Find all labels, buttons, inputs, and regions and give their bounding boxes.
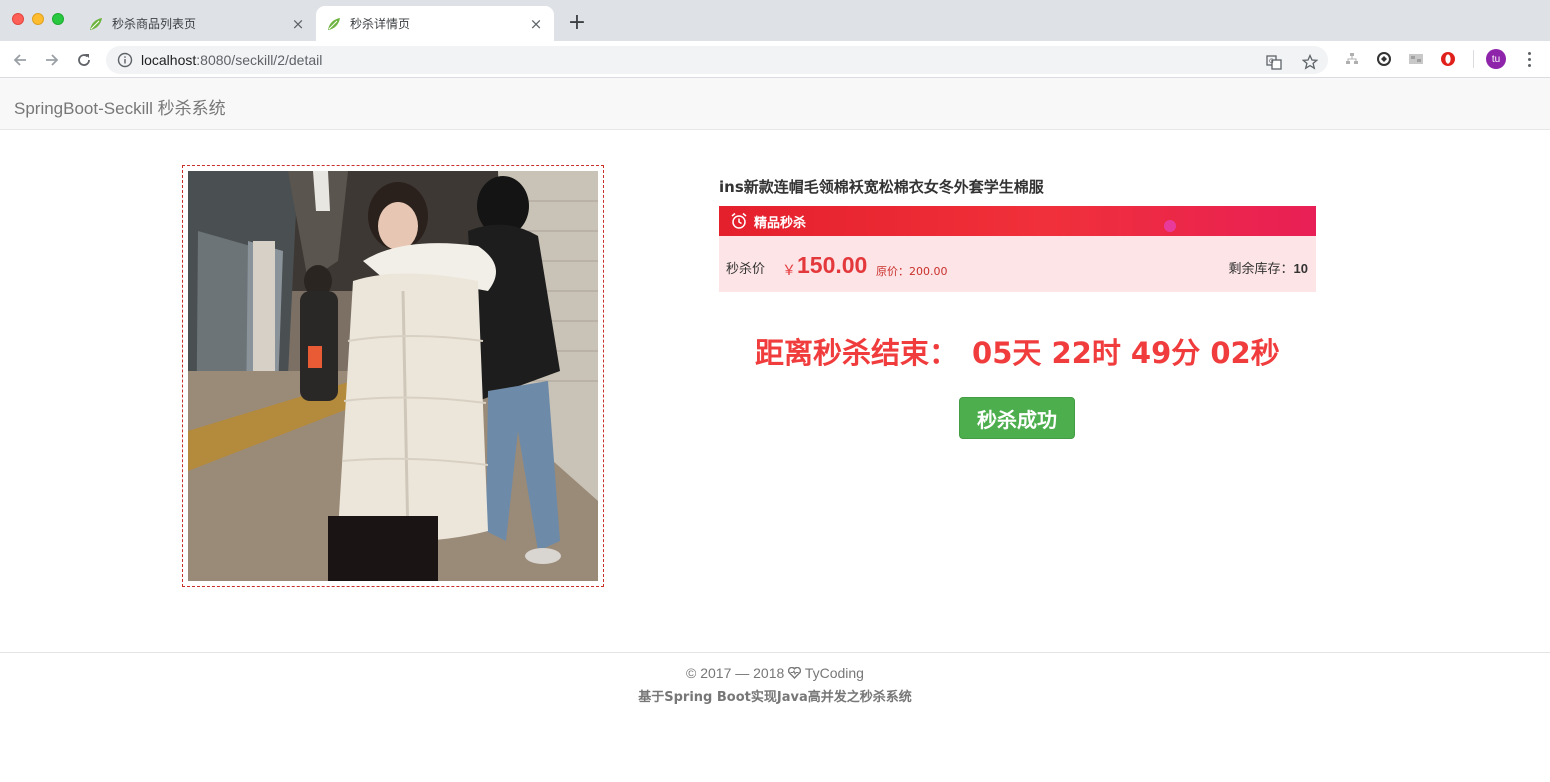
product-image-frame (182, 165, 604, 587)
tab-close-icon[interactable]: × (526, 14, 546, 34)
countdown-time: 05天 22时 49分 02秒 (972, 336, 1280, 370)
menu-kebab-icon[interactable] (1519, 49, 1539, 69)
new-tab-button[interactable]: + (565, 12, 589, 36)
window-close-button[interactable] (12, 13, 24, 25)
forward-arrow-icon[interactable] (41, 49, 63, 71)
navbar-brand[interactable]: SpringBoot-Seckill 秒杀系统 (14, 94, 226, 119)
site-navbar: SpringBoot-Seckill 秒杀系统 (0, 78, 1550, 130)
banner-decoration (1164, 220, 1176, 232)
toolbar-separator (1473, 50, 1474, 68)
currency-symbol: ￥ (782, 263, 796, 279)
countdown-label: 距离秒杀结束： (755, 336, 959, 370)
back-arrow-icon[interactable] (9, 49, 31, 71)
svg-text:G: G (1269, 58, 1274, 65)
price-panel: 秒杀价 ￥ 150.00 原价：200.00 剩余库存：10 (719, 236, 1316, 292)
sitemap-extension-icon[interactable] (1343, 50, 1361, 68)
leaf-icon (88, 16, 104, 32)
heart-icon (788, 665, 802, 681)
seckill-price: 150.00 (797, 252, 868, 278)
window-minimize-button[interactable] (32, 13, 44, 25)
product-photo (188, 171, 598, 581)
tab-seckill-detail[interactable]: 秒杀详情页 × (316, 6, 554, 41)
sync-extension-icon[interactable] (1375, 50, 1393, 68)
profile-avatar[interactable]: tu (1486, 49, 1506, 69)
copyright-years: © 2017 — 2018 (686, 665, 785, 681)
tab-title: 秒杀商品列表页 (112, 17, 197, 31)
alarm-clock-icon (730, 212, 748, 230)
seckill-button[interactable]: 秒杀成功 (959, 397, 1075, 439)
stock-label: 剩余库存： (1228, 262, 1294, 277)
reload-icon[interactable] (73, 49, 95, 71)
tab-seckill-list[interactable]: 秒杀商品列表页 × (78, 6, 316, 41)
seckill-price-label: 秒杀价 (726, 262, 766, 277)
flash-sale-label: 精品秒杀 (754, 215, 807, 231)
address-bar[interactable]: localhost:8080/seckill/2/detail G (106, 46, 1328, 74)
stock-info: 剩余库存：10 (1229, 258, 1308, 277)
flash-sale-banner: 精品秒杀 (719, 206, 1316, 236)
product-title: ins新款连帽毛领棉袄宽松棉衣女冬外套学生棉服 (719, 178, 1044, 196)
browser-toolbar: localhost:8080/seckill/2/detail G (0, 41, 1550, 78)
grid-extension-icon[interactable] (1407, 50, 1425, 68)
footer-copyright: © 2017 — 2018 TyCoding (0, 665, 1550, 681)
bookmark-star-icon[interactable] (1301, 53, 1319, 71)
info-icon[interactable] (117, 52, 133, 68)
tab-close-icon[interactable]: × (288, 14, 308, 34)
stock-count: 10 (1293, 261, 1308, 276)
window-zoom-button[interactable] (52, 13, 64, 25)
url-text: localhost:8080/seckill/2/detail (141, 52, 322, 68)
footer-subtitle: 基于Spring Boot实现Java高并发之秒杀系统 (638, 690, 912, 705)
footer-author[interactable]: TyCoding (805, 665, 864, 681)
url-host: localhost (141, 52, 197, 68)
countdown-timer: 距离秒杀结束： 05天 22时 49分 02秒 (755, 330, 1280, 372)
opera-extension-icon[interactable] (1439, 50, 1457, 68)
translate-icon[interactable]: G (1265, 53, 1283, 71)
page-footer: © 2017 — 2018 TyCoding 基于Spring Boot实现Ja… (0, 652, 1550, 705)
original-price: 原价：200.00 (876, 265, 948, 278)
leaf-icon (326, 16, 342, 32)
tab-title: 秒杀详情页 (350, 17, 411, 31)
browser-tab-strip: 秒杀商品列表页 × 秒杀详情页 × + (0, 0, 1550, 41)
url-path: :8080/seckill/2/detail (196, 52, 323, 68)
